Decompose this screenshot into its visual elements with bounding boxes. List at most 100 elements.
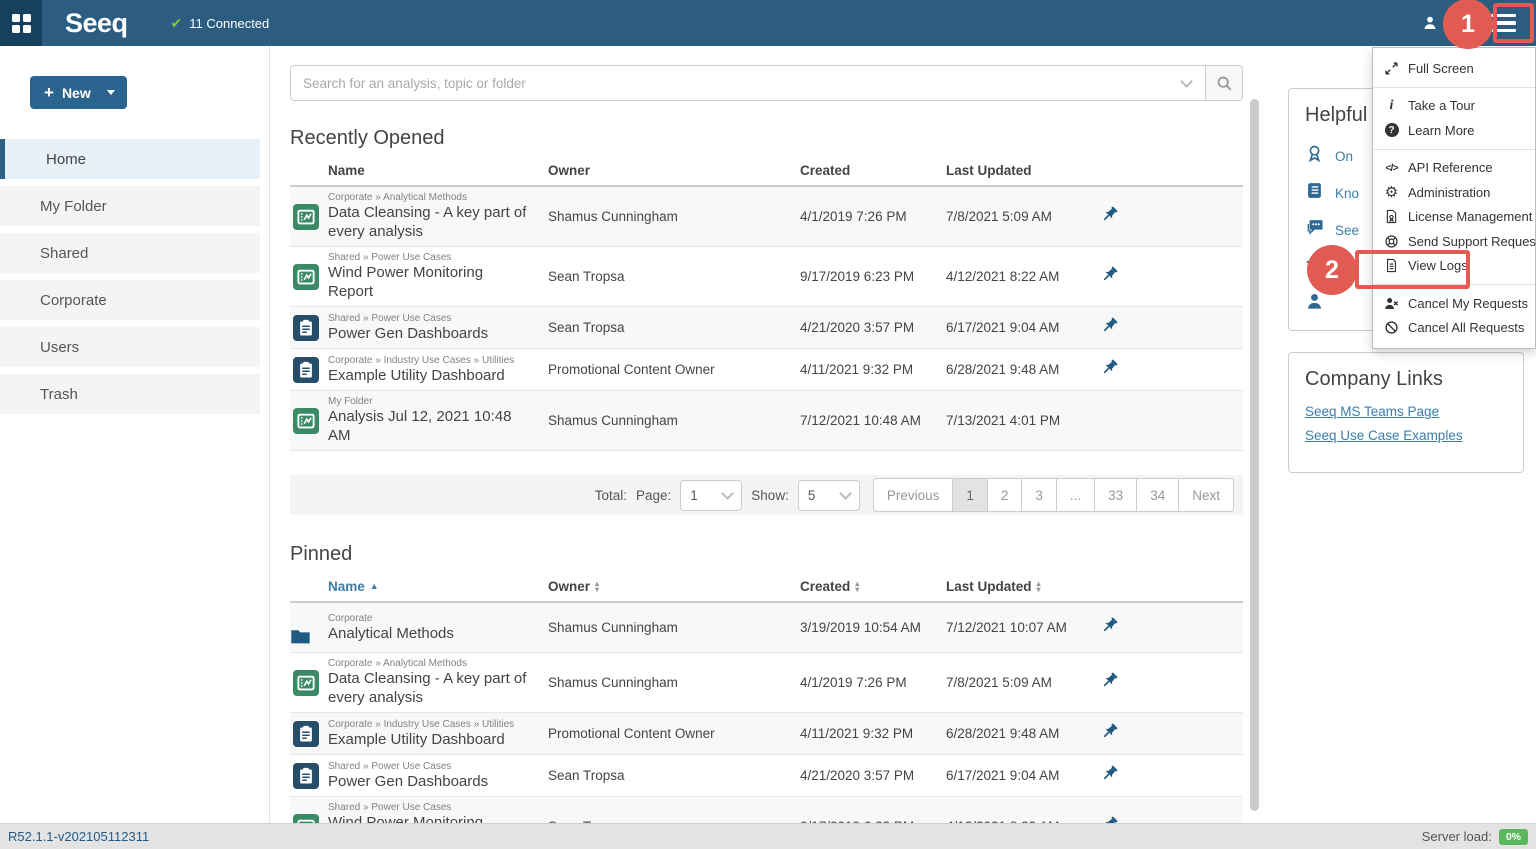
menu-item-learn-more[interactable]: ?Learn More	[1373, 118, 1535, 143]
left-sidebar: + New Home My Folder Shared Corporate Users T…	[0, 46, 270, 823]
menu-item-license-management[interactable]: License Management	[1373, 205, 1535, 230]
table-row[interactable]: Shared » Power Use CasesWind Power Monit…	[290, 247, 1243, 307]
column-header-updated[interactable]: Last Updated▴▾	[946, 579, 1095, 594]
pin-button[interactable]	[1100, 770, 1119, 787]
company-link[interactable]: Seeq MS Teams Page	[1305, 404, 1507, 419]
user-x-icon	[1383, 295, 1400, 312]
search-input[interactable]	[291, 66, 1182, 100]
column-header-owner[interactable]: Owner▴▾	[548, 579, 800, 594]
help-link-label: On	[1335, 149, 1353, 164]
item-name[interactable]: Power Gen Dashboards	[328, 324, 548, 343]
seeq-logo: Seeq	[65, 8, 128, 39]
page-button-3[interactable]: 3	[1021, 478, 1057, 512]
column-header-name: Name	[328, 163, 548, 178]
connection-status[interactable]: ✔ 11 Connected	[171, 15, 270, 32]
created-cell: 4/11/2021 9:32 PM	[800, 726, 946, 741]
created-cell: 4/11/2021 9:32 PM	[800, 362, 946, 377]
item-name[interactable]: Data Cleansing - A key part of every ana…	[328, 669, 548, 707]
topic-icon	[293, 763, 319, 789]
table-row[interactable]: Shared » Power Use CasesPower Gen Dashbo…	[290, 755, 1243, 797]
created-cell: 4/21/2020 3:57 PM	[800, 768, 946, 783]
page-select[interactable]: 1	[680, 480, 742, 511]
page-button-1[interactable]: 1	[952, 478, 988, 512]
pin-button[interactable]	[1100, 322, 1119, 339]
sidebar-item-trash[interactable]: Trash	[0, 374, 260, 414]
menu-item-administration[interactable]: ⚙Administration	[1373, 180, 1535, 205]
pin-icon	[1100, 677, 1119, 694]
menu-item-cancel-all-requests[interactable]: Cancel All Requests	[1373, 316, 1535, 341]
column-header-owner: Owner	[548, 163, 800, 178]
company-links-title: Company Links	[1305, 368, 1507, 391]
vertical-scrollbar[interactable]	[1250, 99, 1259, 811]
company-links-card: Company Links Seeq MS Teams Page Seeq Use…	[1288, 352, 1524, 473]
seeq-home-screen: Seeq ✔ 11 Connected Sha + New HomeMy Fol…	[0, 0, 1536, 849]
pin-button[interactable]	[1100, 364, 1119, 381]
table-row[interactable]: CorporateAnalytical MethodsShamus Cunnin…	[290, 603, 1243, 653]
owner-cell: Sean Tropsa	[548, 269, 800, 284]
item-name[interactable]: Data Cleansing - A key part of every ana…	[328, 203, 548, 241]
sidebar-item-home[interactable]: Home	[0, 139, 260, 179]
menu-item-take-a-tour[interactable]: iTake a Tour	[1373, 94, 1535, 119]
new-button[interactable]: + New	[30, 76, 127, 109]
app-grid-button[interactable]	[0, 0, 42, 46]
page-button-33[interactable]: 33	[1094, 478, 1137, 512]
page-button-next[interactable]: Next	[1178, 478, 1234, 512]
chat-icon	[1305, 218, 1324, 242]
sort-icon: ▴▾	[855, 581, 859, 592]
sidebar-item-shared[interactable]: Shared	[0, 233, 260, 273]
pin-icon	[1100, 622, 1119, 639]
page-button-[interactable]: ...	[1056, 478, 1095, 512]
menu-item-full-screen[interactable]: Full Screen	[1373, 56, 1535, 81]
pin-button[interactable]	[1100, 271, 1119, 288]
item-name[interactable]: Wind Power Monitoring Report	[328, 263, 548, 301]
annotation-highlight-view-logs	[1355, 250, 1470, 289]
item-name[interactable]: Analysis Jul 12, 2021 10:48 AM	[328, 407, 548, 445]
owner-cell: Sean Tropsa	[548, 320, 800, 335]
table-row[interactable]: Corporate » Industry Use Cases » Utiliti…	[290, 713, 1243, 755]
table-row[interactable]: My FolderAnalysis Jul 12, 2021 10:48 AMS…	[290, 391, 1243, 451]
column-header-name[interactable]: Name▲	[328, 579, 548, 594]
user-icon	[1422, 15, 1438, 31]
page-button-34[interactable]: 34	[1136, 478, 1179, 512]
created-cell: 3/19/2019 10:54 AM	[800, 620, 946, 635]
menu-item-cancel-my-requests[interactable]: Cancel My Requests	[1373, 291, 1535, 316]
pin-button[interactable]	[1100, 622, 1119, 639]
sidebar-item-my-folder[interactable]: My Folder	[0, 186, 260, 226]
search-dropdown-chevron-icon[interactable]	[1180, 75, 1193, 88]
item-name[interactable]: Power Gen Dashboards	[328, 772, 548, 791]
page-button-2[interactable]: 2	[987, 478, 1023, 512]
column-header-created[interactable]: Created▴▾	[800, 579, 946, 594]
table-row[interactable]: Corporate » Analytical MethodsData Clean…	[290, 187, 1243, 247]
sidebar-item-corporate[interactable]: Corporate	[0, 280, 260, 320]
analysis-icon	[293, 204, 319, 230]
search-button[interactable]	[1205, 66, 1242, 100]
server-load-label: Server load:	[1422, 829, 1492, 844]
license-icon	[1383, 208, 1400, 225]
server-load-badge: 0%	[1499, 829, 1528, 845]
pin-button[interactable]	[1100, 728, 1119, 745]
caret-down-icon[interactable]	[107, 90, 115, 95]
table-row[interactable]: Shared » Power Use CasesWind Power Monit…	[290, 797, 1243, 823]
page-button-previous[interactable]: Previous	[873, 478, 954, 512]
pin-button[interactable]	[1100, 211, 1119, 228]
help-link-label: See	[1335, 223, 1359, 238]
item-breadcrumb: Corporate » Industry Use Cases » Utiliti…	[328, 355, 548, 366]
item-name[interactable]: Analytical Methods	[328, 624, 548, 643]
company-link[interactable]: Seeq Use Case Examples	[1305, 428, 1507, 443]
column-header-created: Created	[800, 163, 946, 178]
table-row[interactable]: Corporate » Industry Use Cases » Utiliti…	[290, 349, 1243, 391]
item-name[interactable]: Example Utility Dashboard	[328, 366, 548, 385]
owner-cell: Promotional Content Owner	[548, 362, 800, 377]
menu-item-api-reference[interactable]: </>API Reference	[1373, 156, 1535, 181]
item-name[interactable]: Example Utility Dashboard	[328, 730, 548, 749]
analysis-icon	[293, 814, 319, 824]
item-name[interactable]: Wind Power Monitoring Report	[328, 813, 548, 823]
sidebar-item-users[interactable]: Users	[0, 327, 260, 367]
show-select[interactable]: 5	[798, 480, 860, 511]
table-header: NameOwnerCreatedLast Updated	[290, 159, 1243, 187]
total-label: Total:	[595, 488, 627, 503]
table-row[interactable]: Corporate » Analytical MethodsData Clean…	[290, 653, 1243, 713]
table-row[interactable]: Shared » Power Use CasesPower Gen Dashbo…	[290, 307, 1243, 349]
ban-icon	[1383, 319, 1400, 336]
pin-button[interactable]	[1100, 677, 1119, 694]
